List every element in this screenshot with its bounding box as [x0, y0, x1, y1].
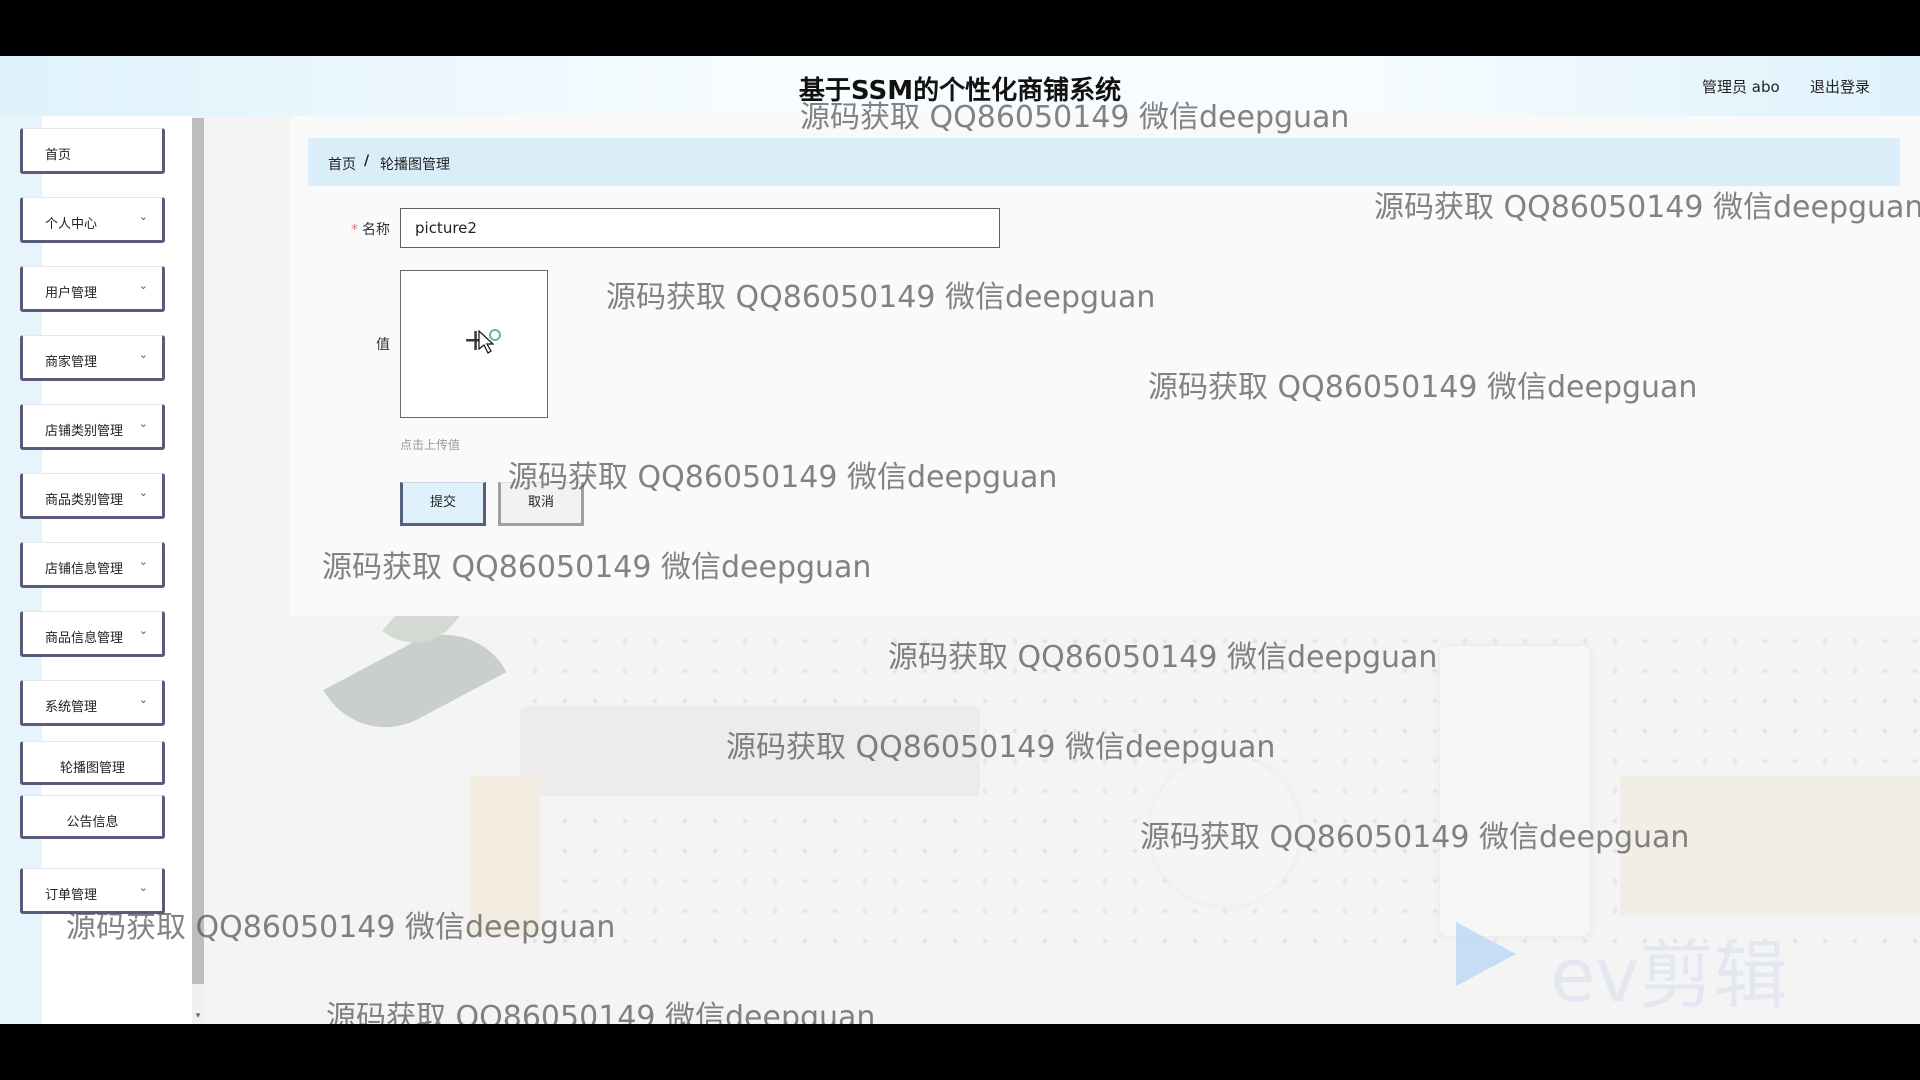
sidebar-item-label: 店铺类别管理: [45, 424, 124, 439]
site-title: 基于SSM的个性化商铺系统: [798, 76, 1122, 106]
background-pot: [470, 776, 540, 936]
submit-button[interactable]: 提交: [400, 482, 486, 526]
sidebar-item-label: 用户管理: [45, 286, 98, 301]
sidebar-item-shop-info[interactable]: 店铺信息管理 ⌄: [20, 542, 165, 588]
sidebar-item-carousel[interactable]: 轮播图管理: [20, 741, 165, 785]
chevron-down-icon: ⌄: [138, 348, 148, 361]
name-label-text: 名称: [362, 222, 390, 238]
background-shelf: [520, 706, 980, 796]
chevron-down-icon: ⌄: [138, 210, 148, 223]
cancel-button[interactable]: 取消: [498, 482, 584, 526]
breadcrumb-separator: /: [364, 153, 370, 169]
watermark: 源码获取 QQ86050149 微信deepguan: [326, 1000, 876, 1024]
chevron-down-icon: ⌄: [138, 881, 148, 894]
image-uploader[interactable]: +: [400, 270, 548, 418]
logout-link[interactable]: 退出登录: [1810, 76, 1870, 97]
sidebar-item-personal-center[interactable]: 个人中心 ⌄: [20, 197, 165, 243]
chevron-down-icon: ⌄: [138, 555, 148, 568]
breadcrumb-home[interactable]: 首页: [328, 154, 356, 174]
background-box: [1620, 776, 1920, 916]
sidebar-item-system-management[interactable]: 系统管理 ⌄: [20, 680, 165, 726]
chevron-down-icon: ⌄: [138, 417, 148, 430]
sidebar-item-shop-category[interactable]: 店铺类别管理 ⌄: [20, 404, 165, 450]
sidebar-item-label: 店铺信息管理: [45, 562, 124, 577]
ev-logo-play-icon: [1456, 922, 1516, 986]
scroll-down-arrow-icon[interactable]: ▾: [192, 1010, 204, 1022]
ev-logo: ev剪辑: [1550, 933, 1788, 1019]
sidebar-item-label: 轮播图管理: [59, 761, 125, 776]
sidebar-item-label: 个人中心: [45, 217, 98, 232]
upload-tip: 点击上传值: [400, 438, 461, 452]
mouse-cursor-icon: [478, 329, 501, 354]
current-user: 管理员 abo: [1702, 78, 1780, 96]
video-letterbox-bottom: [0, 1024, 1920, 1080]
sidebar-item-announcements[interactable]: 公告信息: [20, 795, 165, 839]
name-label: * 名称: [330, 219, 390, 239]
sidebar-item-order-management[interactable]: 订单管理 ⌄: [20, 868, 165, 914]
sidebar-item-label: 商家管理: [45, 355, 98, 370]
chevron-down-icon: ⌄: [138, 279, 148, 292]
top-header: 基于SSM的个性化商铺系统 管理员 abo 退出登录: [0, 56, 1920, 116]
required-mark: *: [351, 222, 358, 238]
breadcrumb-current: 轮播图管理: [380, 157, 450, 173]
sidebar-item-label: 公告信息: [66, 815, 119, 830]
sidebar-item-label: 商品类别管理: [45, 493, 124, 508]
chevron-down-icon: ⌄: [138, 486, 148, 499]
background-vase: [1440, 646, 1590, 936]
sidebar-item-product-info[interactable]: 商品信息管理 ⌄: [20, 611, 165, 657]
chevron-down-icon: ⌄: [138, 624, 148, 637]
video-letterbox-top: [0, 0, 1920, 56]
sidebar-item-label: 订单管理: [45, 888, 98, 903]
app-window: 基于SSM的个性化商铺系统 管理员 abo 退出登录 ▾ 首页 个人中心 ⌄ 用…: [0, 56, 1920, 1024]
sidebar-item-label: 系统管理: [45, 700, 98, 715]
background-bowl: [1150, 756, 1300, 906]
sidebar-scrollbar[interactable]: ▾: [192, 116, 204, 1024]
name-input[interactable]: [400, 208, 1000, 248]
sidebar-item-home[interactable]: 首页: [20, 128, 165, 174]
breadcrumb: 首页 / 轮播图管理: [308, 138, 1900, 186]
sidebar-item-label: 首页: [45, 148, 72, 163]
sidebar-item-user-management[interactable]: 用户管理 ⌄: [20, 266, 165, 312]
sidebar-item-product-category[interactable]: 商品类别管理 ⌄: [20, 473, 165, 519]
chevron-down-icon: ⌄: [138, 693, 148, 706]
sidebar-item-merchant-management[interactable]: 商家管理 ⌄: [20, 335, 165, 381]
scrollbar-thumb[interactable]: [192, 118, 204, 984]
value-label: 值: [376, 337, 390, 353]
sidebar-item-label: 商品信息管理: [45, 631, 124, 646]
